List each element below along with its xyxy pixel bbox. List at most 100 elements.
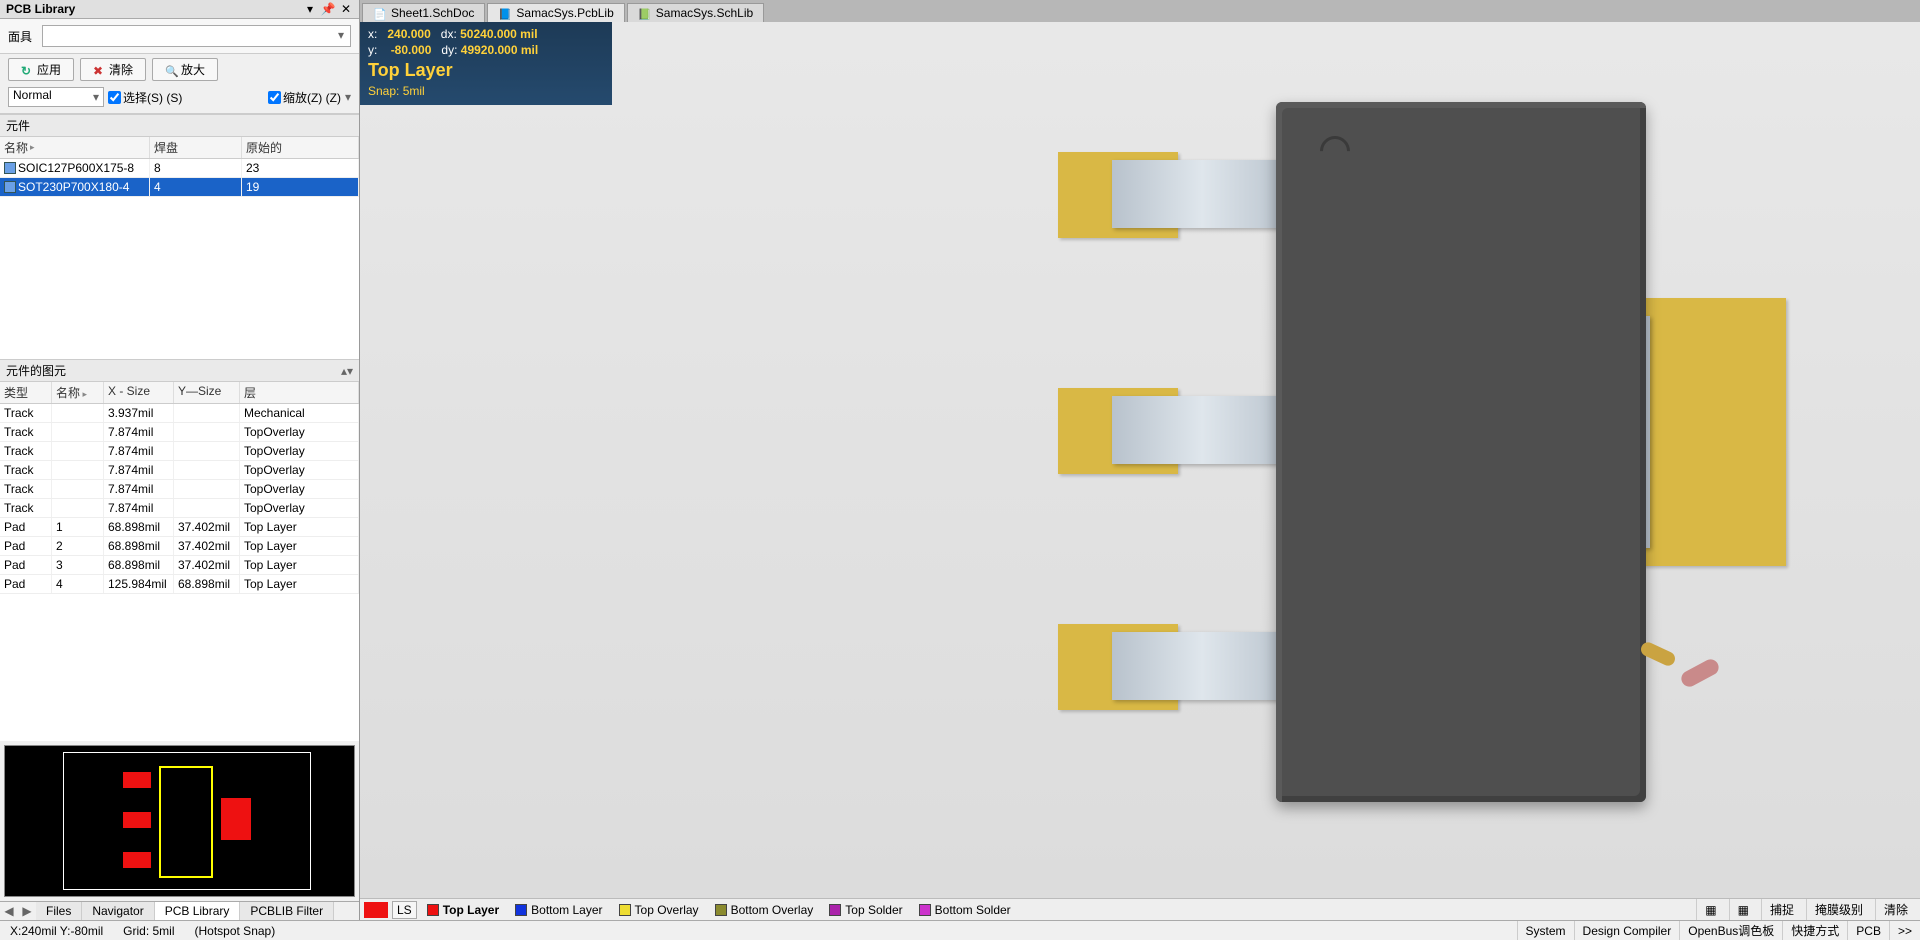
document-tab[interactable]: Sheet1.SchDoc: [362, 3, 485, 22]
mask-label: 面具: [8, 28, 36, 45]
snap-icon[interactable]: ▦: [1729, 899, 1757, 921]
col-x[interactable]: X - Size: [104, 382, 174, 403]
doc-sch-icon: [373, 7, 385, 19]
panel-tab[interactable]: Navigator: [82, 902, 154, 920]
status-right-buttons: SystemDesign CompilerOpenBus调色板快捷方式PCB>>: [1517, 921, 1920, 940]
close-icon[interactable]: ✕: [339, 2, 353, 16]
col-pname[interactable]: 名称: [52, 382, 104, 403]
primitive-row[interactable]: Track3.937milMechanical: [0, 404, 359, 423]
component-row[interactable]: SOIC127P600X175-8823: [0, 159, 359, 178]
layer-right-button[interactable]: 清除: [1875, 899, 1916, 921]
primitive-row[interactable]: Pad4125.984mil68.898milTop Layer: [0, 575, 359, 594]
editor-zone: Sheet1.SchDocSamacSys.PcbLibSamacSys.Sch…: [360, 0, 1920, 920]
primitives-header[interactable]: 元件的图元 ▴▾: [0, 359, 359, 382]
components-section: 元件 名称 焊盘 原始的 SOIC127P600X175-8823SOT230P…: [0, 114, 359, 359]
mask-row: 面具: [0, 19, 359, 54]
status-button[interactable]: OpenBus调色板: [1679, 921, 1782, 940]
minimap[interactable]: [4, 745, 355, 897]
layer-tab[interactable]: Top Overlay: [613, 903, 705, 917]
panel-title-text: PCB Library: [6, 2, 299, 16]
primitive-row[interactable]: Track7.874milTopOverlay: [0, 442, 359, 461]
primitives-body[interactable]: Track3.937milMechanicalTrack7.874milTopO…: [0, 404, 359, 741]
coordinate-hud: x: 240.000 dx: 50240.000 mil y: -80.000 …: [360, 22, 612, 105]
doc-pcb-icon: [498, 7, 510, 19]
primitive-row[interactable]: Track7.874milTopOverlay: [0, 461, 359, 480]
pcb-3d-canvas[interactable]: x: 240.000 dx: 50240.000 mil y: -80.000 …: [360, 22, 1920, 898]
zoom-checkbox[interactable]: 缩放(Z) (Z): [268, 89, 341, 106]
layer-swatch: [829, 904, 841, 916]
doc-lib-icon: [638, 7, 650, 19]
col-type[interactable]: 类型: [0, 382, 52, 403]
mode-select[interactable]: Normal: [8, 87, 104, 107]
component-row[interactable]: SOT230P700X180-4419: [0, 178, 359, 197]
clear-icon: [93, 64, 105, 76]
chevron-down-icon[interactable]: ▾: [345, 90, 351, 104]
footprint-icon: [4, 162, 16, 174]
panel-tab[interactable]: PCBLIB Filter: [240, 902, 334, 920]
select-checkbox[interactable]: 选择(S) (S): [108, 89, 182, 106]
primitive-row[interactable]: Pad268.898mil37.402milTop Layer: [0, 537, 359, 556]
layer-swatch: [427, 904, 439, 916]
layer-swatch: [919, 904, 931, 916]
tab-nav-right[interactable]: ▶: [18, 902, 36, 920]
apply-icon: [21, 64, 33, 76]
primitive-row[interactable]: Track7.874milTopOverlay: [0, 423, 359, 442]
layer-tabs: LS Top Layer Bottom Layer Top Overlay Botto…: [360, 898, 1920, 920]
mask-combo[interactable]: [42, 25, 351, 47]
component-3d-model: [1078, 102, 1668, 872]
primitives-section: 元件的图元 ▴▾ 类型 名称 X - Size Y—Size 层 Track3.…: [0, 359, 359, 741]
status-grid: Grid: 5mil: [113, 924, 184, 938]
panel-tab[interactable]: Files: [36, 902, 82, 920]
document-tab[interactable]: SamacSys.PcbLib: [487, 3, 624, 22]
status-button[interactable]: Design Compiler: [1574, 921, 1680, 940]
panel-titlebar[interactable]: PCB Library ▾ 📌 ✕: [0, 0, 359, 19]
document-tab[interactable]: SamacSys.SchLib: [627, 3, 764, 22]
primitive-row[interactable]: Track7.874milTopOverlay: [0, 499, 359, 518]
status-button[interactable]: 快捷方式: [1782, 921, 1847, 940]
layer-tab[interactable]: Top Solder: [823, 903, 908, 917]
primitive-row[interactable]: Pad368.898mil37.402milTop Layer: [0, 556, 359, 575]
components-header[interactable]: 元件: [0, 114, 359, 137]
footprint-icon: [4, 181, 16, 193]
layer-tab[interactable]: Bottom Overlay: [709, 903, 820, 917]
zoom-icon: [165, 64, 177, 76]
primitives-columns: 类型 名称 X - Size Y—Size 层: [0, 382, 359, 404]
apply-button[interactable]: 应用: [8, 58, 74, 81]
document-tabs: Sheet1.SchDocSamacSys.PcbLibSamacSys.Sch…: [360, 0, 1920, 22]
pcb-library-panel: PCB Library ▾ 📌 ✕ 面具 应用 清除 放大 Normal 选择(…: [0, 0, 360, 920]
layer-tab[interactable]: Bottom Layer: [509, 903, 608, 917]
clear-button[interactable]: 清除: [80, 58, 146, 81]
col-layer[interactable]: 层: [240, 382, 359, 403]
primitive-row[interactable]: Track7.874milTopOverlay: [0, 480, 359, 499]
layer-swatch: [715, 904, 727, 916]
layer-right-button[interactable]: 掩膜级别: [1806, 899, 1871, 921]
col-prims[interactable]: 原始的: [242, 137, 359, 158]
components-body[interactable]: SOIC127P600X175-8823SOT230P700X180-4419: [0, 159, 359, 359]
status-button[interactable]: System: [1517, 921, 1574, 940]
primitive-row[interactable]: Pad168.898mil37.402milTop Layer: [0, 518, 359, 537]
layer-right-button[interactable]: 捕捉: [1761, 899, 1802, 921]
caret-icon[interactable]: ▴▾: [341, 364, 353, 378]
hud-layer: Top Layer: [368, 58, 604, 82]
layer-tab[interactable]: Bottom Solder: [913, 903, 1017, 917]
layer-swatch: [619, 904, 631, 916]
components-columns: 名称 焊盘 原始的: [0, 137, 359, 159]
col-pads[interactable]: 焊盘: [150, 137, 242, 158]
layer-tab[interactable]: Top Layer: [421, 903, 505, 917]
dropdown-icon[interactable]: ▾: [303, 2, 317, 16]
layer-swatch: [515, 904, 527, 916]
layer-stack-button[interactable]: LS: [392, 901, 417, 919]
status-button[interactable]: PCB: [1847, 921, 1889, 940]
pin-icon[interactable]: 📌: [321, 2, 335, 16]
status-button[interactable]: >>: [1889, 921, 1920, 940]
filter-row: Normal 选择(S) (S) 缩放(Z) (Z) ▾: [0, 85, 359, 114]
tab-nav-left[interactable]: ◀: [0, 902, 18, 920]
left-panel-tabs: ◀ ▶ FilesNavigatorPCB LibraryPCBLIB Filt…: [0, 901, 359, 920]
col-name[interactable]: 名称: [0, 137, 150, 158]
grid-icon[interactable]: ▦: [1696, 899, 1724, 921]
app-root: PCB Library ▾ 📌 ✕ 面具 应用 清除 放大 Normal 选择(…: [0, 0, 1920, 940]
zoom-button[interactable]: 放大: [152, 58, 218, 81]
panel-tab[interactable]: PCB Library: [155, 902, 241, 920]
status-hotspot: (Hotspot Snap): [185, 924, 286, 938]
col-y[interactable]: Y—Size: [174, 382, 240, 403]
